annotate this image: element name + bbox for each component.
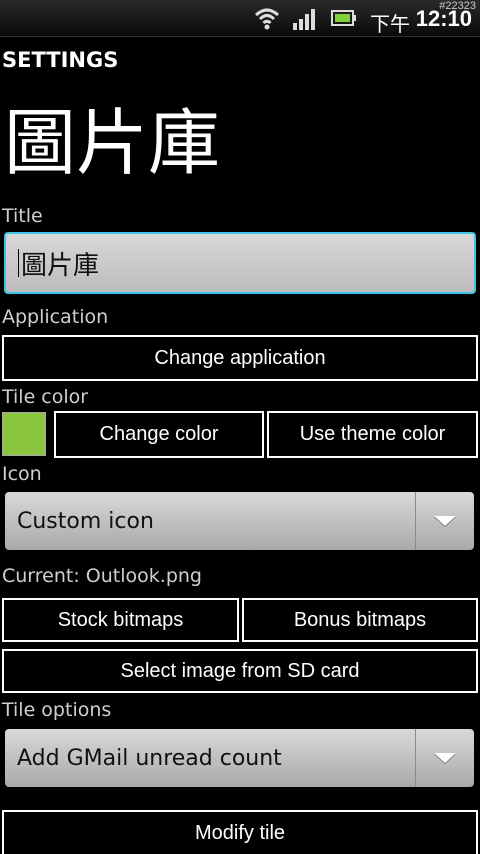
- icon-label: Icon: [2, 463, 42, 485]
- icon-type-spinner[interactable]: Custom icon: [5, 492, 474, 550]
- tile-title-preview: 圖片庫: [4, 101, 221, 185]
- modify-tile-button[interactable]: Modify tile: [2, 810, 478, 854]
- status-ampm: 下午: [370, 12, 410, 36]
- bonus-bitmaps-button[interactable]: Bonus bitmaps: [242, 598, 478, 642]
- title-input-value: 圖片庫: [21, 250, 100, 281]
- change-application-button[interactable]: Change application: [2, 335, 478, 381]
- wifi-icon: [254, 8, 280, 30]
- settings-heading: SETTINGS: [2, 48, 119, 72]
- title-label: Title: [2, 205, 43, 227]
- battery-icon: [331, 10, 356, 26]
- text-caret: [18, 249, 19, 277]
- stock-bitmaps-button[interactable]: Stock bitmaps: [2, 598, 239, 642]
- tile-options-spinner-arrow[interactable]: [415, 729, 474, 787]
- use-theme-color-button[interactable]: Use theme color: [267, 411, 478, 458]
- change-color-button[interactable]: Change color: [54, 411, 264, 458]
- tile-options-label: Tile options: [2, 699, 112, 721]
- tile-color-label: Tile color: [2, 386, 89, 408]
- chevron-down-icon: [434, 516, 456, 526]
- title-input[interactable]: 圖片庫: [4, 232, 476, 294]
- signal-icon: [293, 9, 315, 30]
- chevron-down-icon: [434, 753, 456, 763]
- application-label: Application: [2, 306, 109, 328]
- tile-options-spinner[interactable]: Add GMail unread count: [5, 729, 474, 787]
- icon-type-value: Custom icon: [17, 508, 154, 534]
- current-icon-text: Current: Outlook.png: [2, 565, 202, 587]
- icon-spinner-arrow[interactable]: [415, 492, 474, 550]
- tile-color-swatch: [2, 412, 46, 456]
- select-sd-image-button[interactable]: Select image from SD card: [2, 649, 478, 693]
- status-clock: 12:10: [415, 6, 472, 31]
- tile-options-value: Add GMail unread count: [17, 745, 282, 771]
